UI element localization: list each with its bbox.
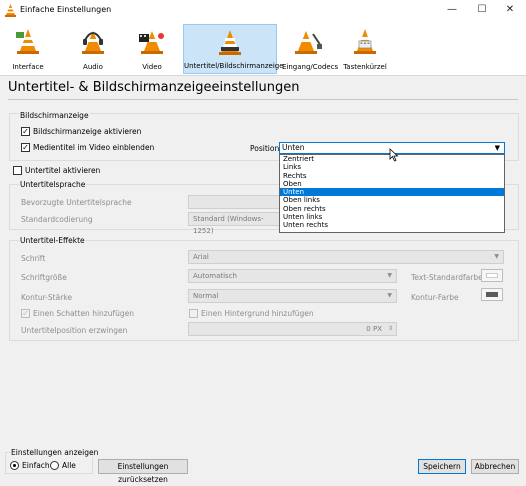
cone-film-icon (139, 31, 164, 54)
mode-simple-radio[interactable] (10, 461, 19, 470)
text-color-swatch (486, 273, 498, 278)
chevron-down-icon: ▼ (494, 144, 500, 152)
background-label: Einen Hintergrund hinzufügen (201, 309, 314, 318)
tab-input-codecs[interactable]: Eingang/Codecs (282, 24, 339, 74)
tab-audio[interactable]: Audio (73, 24, 113, 74)
tab-video[interactable]: Video (132, 24, 172, 74)
encoding-value: Standard (Windows-1252) (193, 215, 264, 235)
tab-hotkeys[interactable]: Tastenkürzel (341, 24, 389, 74)
font-label: Schrift (21, 254, 46, 263)
cone-keyboard-icon (354, 29, 376, 54)
tab-subtitles[interactable]: Untertitel/Bildschirmanzeige (183, 24, 284, 74)
cone-headphones-icon (82, 31, 104, 54)
chevron-down-icon: ▼ (387, 292, 392, 299)
font-size-label: Schriftgröße (21, 273, 67, 282)
outline-select[interactable]: Normal ▼ (188, 289, 397, 303)
osd-enable-label: Bildschirmanzeige aktivieren (33, 127, 142, 136)
cancel-button[interactable]: Abbrechen (471, 459, 519, 474)
force-position-label: Untertitelposition erzwingen (21, 326, 128, 335)
position-option-top-left[interactable]: Oben links (280, 196, 504, 204)
position-option-top[interactable]: Oben (280, 180, 504, 188)
subtitle-effects-group-label: Untertitel-Effekte (19, 236, 86, 245)
preferred-language-input[interactable] (188, 195, 280, 209)
outline-label: Kontur-Stärke (21, 293, 72, 302)
cone-interface-icon (16, 29, 39, 54)
cone-subtitles-icon (219, 30, 241, 55)
save-button[interactable]: Speichern (418, 459, 466, 474)
chevron-down-icon: ▼ (387, 272, 392, 279)
subtitle-language-group-label: Untertitelsprache (19, 180, 87, 189)
close-button[interactable]: ✕ (500, 2, 520, 18)
shadow-label: Einen Schatten hinzufügen (33, 309, 134, 318)
show-title-label: Medientitel im Video einblenden (33, 143, 155, 152)
tab-label: Eingang/Codecs (282, 63, 339, 71)
spin-arrows-icon: ⇕ (387, 325, 393, 332)
background-checkbox[interactable] (189, 309, 198, 318)
position-label: Position (250, 144, 280, 153)
mode-all-label: Alle (62, 461, 76, 470)
chevron-down-icon: ▼ (494, 253, 499, 260)
mode-simple-label: Einfach (22, 461, 50, 470)
reset-settings-button[interactable]: Einstellungen zurücksetzen (98, 459, 188, 484)
outline-color-label: Kontur-Farbe (411, 293, 459, 302)
outline-color-button[interactable] (481, 288, 503, 301)
osd-group-label: Bildschirmanzeige (19, 111, 90, 120)
tab-label: Video (142, 63, 162, 71)
encoding-select[interactable]: Standard (Windows-1252) (188, 212, 280, 235)
force-position-spinbox[interactable]: 0 PX ⇕ (188, 322, 397, 336)
subtitles-enable-label: Untertitel aktivieren (25, 166, 101, 175)
minimize-button[interactable]: — (442, 2, 462, 18)
shadow-checkbox[interactable]: ✓ (21, 309, 30, 318)
osd-enable-checkbox[interactable]: ✓ (21, 127, 30, 136)
tab-label: Interface (12, 63, 44, 71)
tab-label: Audio (83, 63, 103, 71)
show-title-checkbox[interactable]: ✓ (21, 143, 30, 152)
outline-color-swatch (486, 292, 498, 297)
show-settings-label: Einstellungen anzeigen (10, 448, 100, 457)
window-title: Einfache Einstellungen (20, 5, 112, 14)
preferred-language-label: Bevorzugte Untertitelsprache (21, 198, 132, 207)
position-option-bottom[interactable]: Unten (280, 188, 504, 197)
font-size-select[interactable]: Automatisch ▼ (188, 269, 397, 283)
position-select-value: Unten (282, 143, 305, 152)
position-option-top-right[interactable]: Oben rechts (280, 205, 504, 213)
category-toolbar: Interface Audio Video Untertitel/Bildsch… (0, 22, 526, 76)
title-bar: Einfache Einstellungen — ☐ ✕ (0, 0, 526, 22)
position-option-bottom-left[interactable]: Unten links (280, 213, 504, 221)
outline-value: Normal (193, 292, 219, 300)
tab-label: Untertitel/Bildschirmanzeige (184, 62, 284, 70)
text-color-button[interactable] (481, 269, 503, 282)
divider (8, 99, 518, 100)
subtitles-enable-checkbox[interactable] (13, 166, 22, 175)
force-position-value: 0 PX (366, 325, 382, 333)
mouse-cursor-icon (389, 148, 399, 162)
encoding-label: Standardcodierung (21, 215, 93, 224)
text-color-label: Text-Standardfarbe (411, 273, 483, 282)
font-select[interactable]: Arial ▼ (188, 250, 504, 264)
mode-all-radio[interactable] (50, 461, 59, 470)
tab-interface[interactable]: Interface (8, 24, 48, 74)
vlc-cone-icon (5, 4, 16, 17)
position-dropdown-list: Zentriert Links Rechts Oben Unten Oben l… (279, 154, 505, 233)
position-option-right[interactable]: Rechts (280, 172, 504, 180)
position-option-bottom-right[interactable]: Unten rechts (280, 221, 504, 229)
maximize-button[interactable]: ☐ (472, 2, 492, 18)
page-title: Untertitel- & Bildschirmanzeigeeinstellu… (8, 80, 300, 95)
font-value: Arial (193, 253, 209, 261)
position-option-left[interactable]: Links (280, 163, 504, 171)
cone-plug-icon (295, 31, 322, 54)
tab-label: Tastenkürzel (343, 63, 387, 71)
font-size-value: Automatisch (193, 272, 237, 280)
